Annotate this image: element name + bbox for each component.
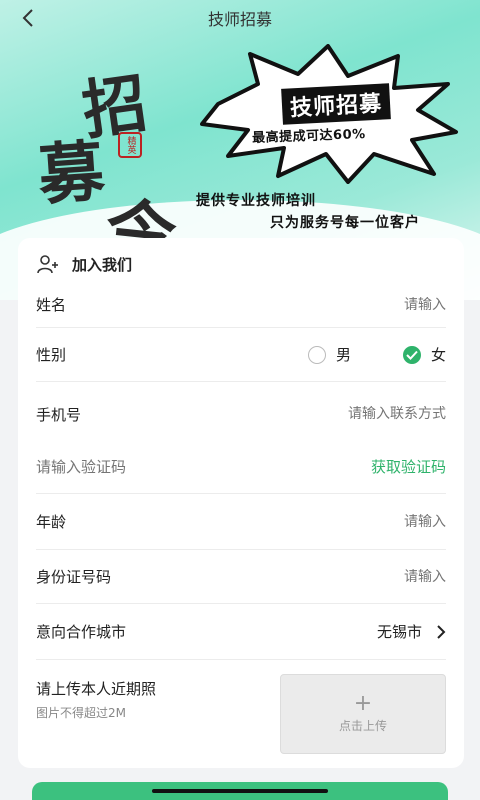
gender-option-female[interactable]: 女 (402, 344, 446, 365)
calligraphy-art: 招 募 令 精英 (30, 50, 200, 279)
phone-input[interactable] (286, 406, 446, 422)
photo-upload-hint: 图片不得超过2M (36, 706, 126, 720)
gender-option-label: 男 (335, 346, 351, 364)
name-row: 姓名 (36, 282, 446, 328)
chevron-right-icon (437, 624, 446, 639)
application-form-card: 加入我们 姓名 性别 男 女 手机号 获取验证码 (18, 238, 464, 768)
section-header: 加入我们 (36, 252, 132, 276)
radio-checked-icon (402, 345, 421, 364)
banner-subline: 最高提成可达60% (251, 127, 366, 146)
verification-code-input[interactable] (36, 457, 236, 476)
age-row: 年龄 (36, 494, 446, 550)
plus-icon: + (353, 690, 373, 716)
banner-slogan-1: 提供专业技师培训 (196, 193, 316, 209)
gender-option-male[interactable]: 男 (307, 344, 351, 365)
verification-code-row: 获取验证码 (36, 440, 446, 494)
phone-row: 手机号 (36, 388, 446, 440)
photo-upload-title: 请上传本人近期照 (36, 680, 157, 698)
gender-option-label: 女 (430, 346, 446, 364)
chevron-left-icon (22, 9, 33, 27)
home-indicator (152, 789, 328, 793)
age-input[interactable] (272, 513, 446, 530)
city-label: 意向合作城市 (36, 623, 127, 641)
seal-stamp: 精英 (118, 132, 142, 158)
page-title: 技师招募 (207, 10, 272, 29)
back-button[interactable] (14, 6, 42, 30)
upload-button-label: 点击上传 (338, 718, 387, 733)
name-label: 姓名 (36, 296, 67, 314)
banner-slogan-2: 只为服务号每一位客户 (270, 215, 420, 231)
checkmark-icon (406, 350, 418, 360)
city-row[interactable]: 意向合作城市 无锡市 (36, 604, 446, 660)
gender-label: 性别 (36, 346, 67, 364)
photo-upload-row: 请上传本人近期照 图片不得超过2M + 点击上传 (36, 674, 446, 758)
city-selector[interactable]: 无锡市 (377, 621, 446, 642)
navigation-bar: 技师招募 (0, 0, 480, 36)
gender-radio-group: 男 女 (307, 344, 446, 365)
banner-headline: 技师招募 (281, 83, 391, 125)
get-code-button[interactable]: 获取验证码 (371, 456, 446, 477)
city-value: 无锡市 (376, 623, 422, 641)
id-number-row: 身份证号码 (36, 550, 446, 604)
section-title: 加入我们 (72, 255, 133, 274)
name-input[interactable] (272, 296, 446, 313)
id-number-label: 身份证号码 (36, 568, 112, 586)
photo-upload-button[interactable]: + 点击上传 (280, 674, 446, 754)
gender-row: 性别 男 女 (36, 328, 446, 382)
radio-unchecked-icon (307, 345, 326, 364)
calligraphy-char: 募 (35, 131, 107, 215)
id-number-input[interactable] (272, 568, 446, 585)
add-user-icon (37, 255, 58, 274)
age-label: 年龄 (36, 513, 67, 531)
phone-label: 手机号 (36, 405, 82, 424)
